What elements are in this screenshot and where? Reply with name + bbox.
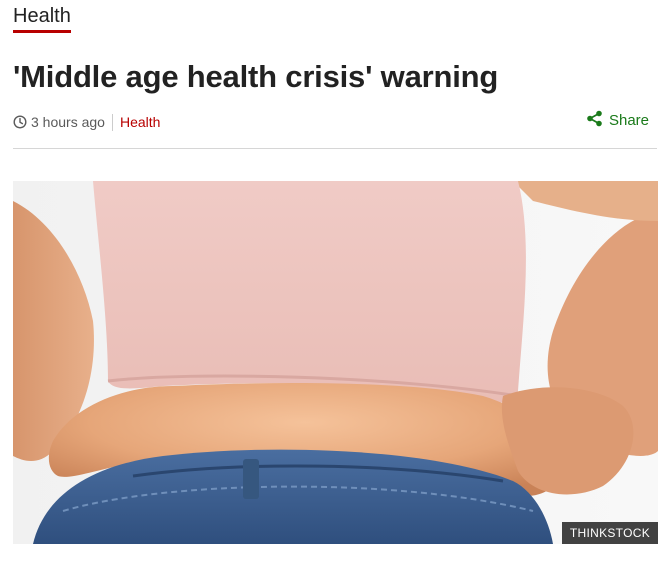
- article-meta: 3 hours ago Health: [13, 112, 160, 132]
- share-icon: [586, 110, 609, 131]
- clock-icon: [13, 115, 27, 129]
- header-divider: [13, 148, 657, 149]
- article-headline: 'Middle age health crisis' warning: [13, 59, 499, 94]
- article-timestamp: 3 hours ago: [31, 114, 105, 130]
- image-credit: THINKSTOCK: [561, 522, 658, 544]
- hero-image[interactable]: THINKSTOCK: [13, 181, 658, 544]
- hero-image-illustration: [13, 181, 658, 544]
- section-link-health[interactable]: Health: [13, 4, 71, 33]
- share-button[interactable]: Share: [586, 110, 649, 131]
- article-section-link[interactable]: Health: [120, 114, 160, 130]
- share-label: Share: [608, 112, 649, 129]
- meta-divider: [111, 113, 113, 131]
